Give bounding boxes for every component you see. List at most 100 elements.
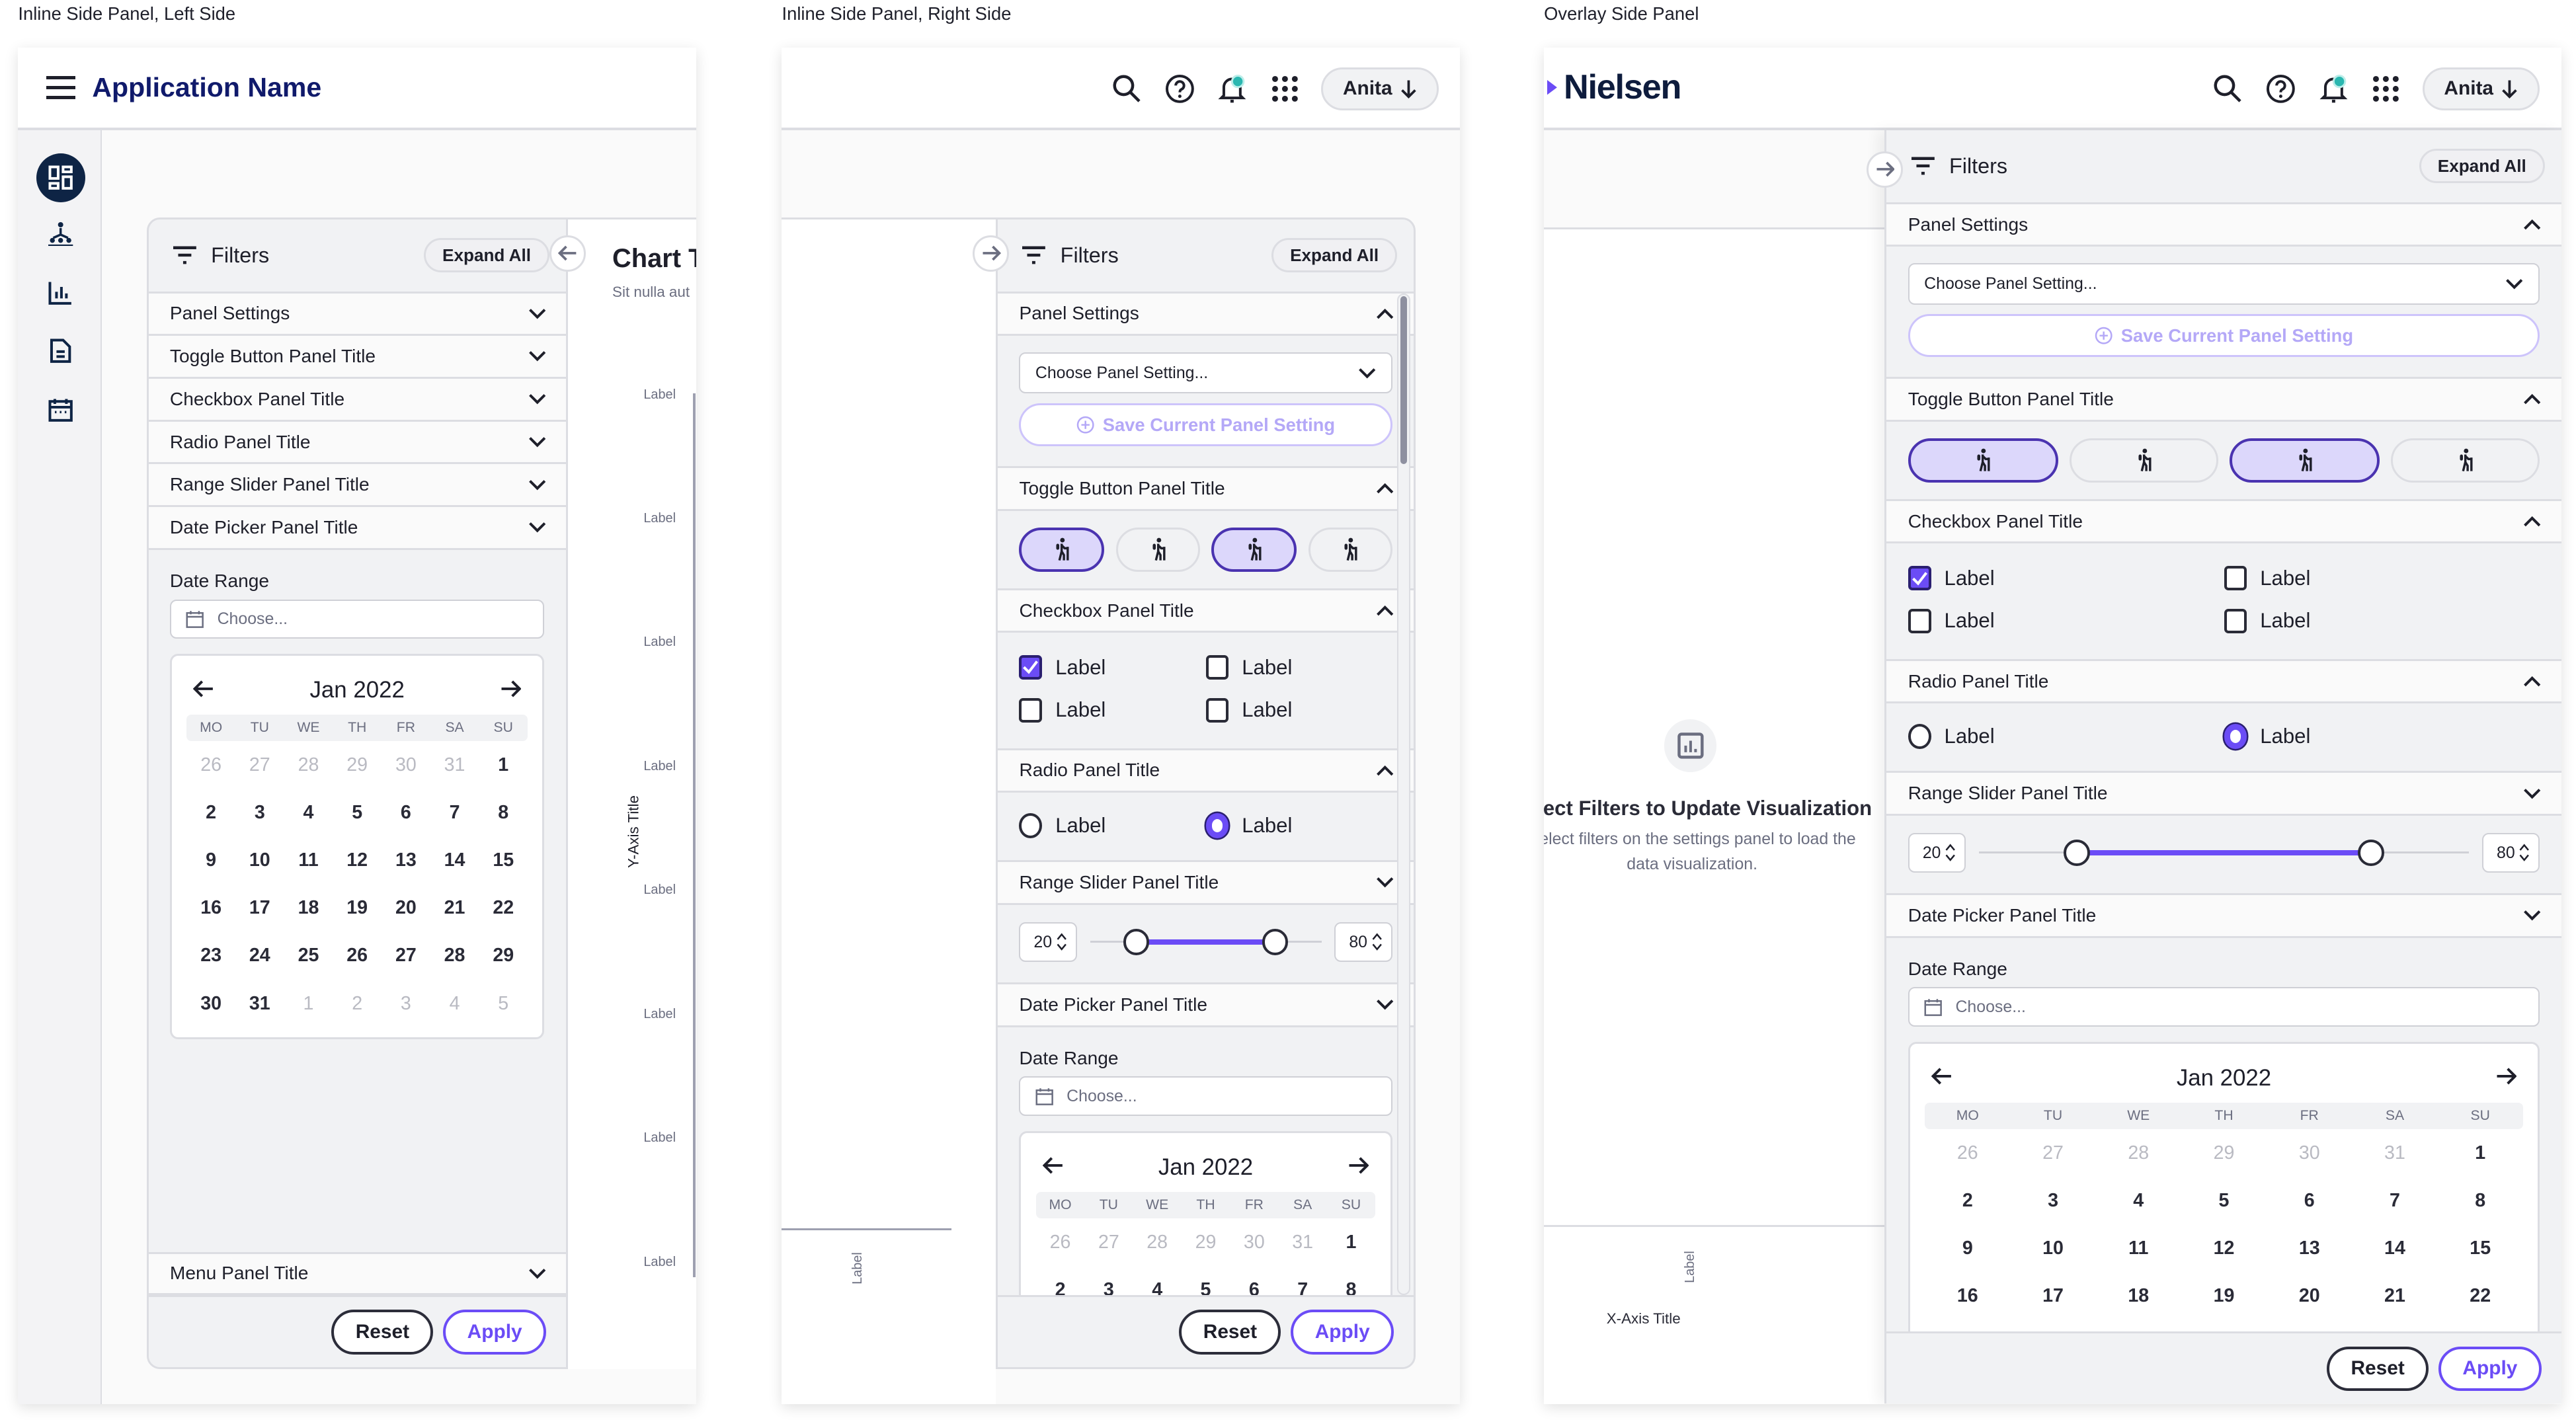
calendar-day[interactable]: 7: [430, 802, 479, 824]
calendar-day[interactable]: 1: [479, 754, 528, 776]
checkbox-option[interactable]: Label: [1205, 695, 1392, 725]
panel-setting-select[interactable]: Choose Panel Setting...: [1019, 352, 1392, 394]
rail-item-bar-chart[interactable]: [36, 270, 86, 316]
scrollbar[interactable]: [1397, 293, 1410, 1295]
calendar-day[interactable]: 9: [186, 849, 235, 871]
calendar-day[interactable]: 21: [2352, 1285, 2437, 1307]
scrollbar-thumb[interactable]: [1400, 296, 1408, 465]
calendar-day[interactable]: 27: [1084, 1232, 1133, 1253]
slider-track[interactable]: [1090, 922, 1322, 962]
calendar-day[interactable]: 2: [186, 802, 235, 824]
calendar-day[interactable]: 3: [1084, 1279, 1133, 1295]
expand-all-button[interactable]: Expand All: [1271, 237, 1398, 273]
radio[interactable]: [2224, 724, 2247, 749]
calendar-day[interactable]: 26: [1036, 1232, 1084, 1253]
rail-item-dashboard[interactable]: [36, 153, 86, 203]
calendar-day[interactable]: 18: [2096, 1285, 2181, 1307]
next-month-button[interactable]: [1348, 1152, 1369, 1182]
apply-button[interactable]: Apply: [1291, 1310, 1394, 1355]
section-header[interactable]: Toggle Button Panel Title: [148, 336, 566, 379]
calendar-day[interactable]: 31: [235, 993, 284, 1015]
calendar-day[interactable]: 7: [2352, 1190, 2437, 1212]
checkbox[interactable]: [1205, 654, 1229, 680]
calendar-day[interactable]: 29: [333, 754, 382, 776]
radio-option[interactable]: Label: [1019, 811, 1205, 841]
toggle-button[interactable]: [1908, 438, 2058, 483]
section-header[interactable]: Range Slider Panel Title: [148, 464, 566, 508]
apps-grid-button[interactable]: [2370, 73, 2403, 106]
calendar-day[interactable]: 2: [1036, 1279, 1084, 1295]
calendar-day[interactable]: 26: [1925, 1142, 2010, 1164]
calendar-day[interactable]: 24: [235, 945, 284, 966]
section-header[interactable]: Checkbox Panel Title: [148, 379, 566, 422]
prev-month-button[interactable]: [193, 675, 214, 705]
calendar-day[interactable]: 8: [1327, 1279, 1375, 1295]
calendar-day[interactable]: 14: [2352, 1238, 2437, 1259]
date-range-input[interactable]: Choose...: [1019, 1076, 1392, 1117]
section-header[interactable]: Toggle Button Panel Title: [998, 467, 1414, 511]
slider-min-thumb[interactable]: [1123, 929, 1150, 955]
calendar-day[interactable]: 28: [1133, 1232, 1182, 1253]
calendar-day[interactable]: 2: [333, 993, 382, 1015]
search-button[interactable]: [2212, 73, 2245, 106]
slider-track[interactable]: [1978, 833, 2470, 873]
section-header[interactable]: Radio Panel Title: [1886, 660, 2561, 704]
calendar-day[interactable]: 29: [2181, 1142, 2267, 1164]
next-month-button[interactable]: [2495, 1063, 2516, 1093]
section-header[interactable]: Date Picker Panel Title: [1886, 895, 2561, 938]
section-header[interactable]: Menu Panel Title: [148, 1251, 566, 1295]
help-button[interactable]: [2265, 73, 2298, 106]
section-header[interactable]: Panel Settings: [148, 293, 566, 336]
slider-min-thumb[interactable]: [2064, 840, 2090, 867]
slider-max-thumb[interactable]: [1262, 929, 1289, 955]
calendar-day[interactable]: 4: [284, 802, 333, 824]
calendar-day[interactable]: 6: [1230, 1279, 1278, 1295]
apps-grid-button[interactable]: [1268, 73, 1301, 106]
calendar-day[interactable]: 21: [430, 897, 479, 919]
checkbox[interactable]: [1908, 566, 1931, 591]
checkbox-option[interactable]: Label: [1205, 652, 1392, 682]
calendar-day[interactable]: 25: [284, 945, 333, 966]
slider-max-thumb[interactable]: [2358, 840, 2384, 867]
calendar-day[interactable]: 3: [235, 802, 284, 824]
collapse-panel-button[interactable]: [973, 235, 1010, 272]
calendar-day[interactable]: 26: [186, 754, 235, 776]
calendar-day[interactable]: 8: [2438, 1190, 2523, 1212]
calendar-day[interactable]: 29: [479, 945, 528, 966]
notification-bell-button[interactable]: [2317, 73, 2350, 106]
section-header[interactable]: Range Slider Panel Title: [1886, 773, 2561, 816]
calendar-day[interactable]: 6: [382, 802, 430, 824]
range-max-input[interactable]: 80: [1334, 922, 1392, 962]
calendar-day[interactable]: 15: [2438, 1238, 2523, 1259]
calendar-day[interactable]: 28: [2096, 1142, 2181, 1164]
calendar-day[interactable]: 9: [1925, 1238, 2010, 1259]
section-header[interactable]: Checkbox Panel Title: [998, 590, 1414, 633]
calendar-day[interactable]: 1: [2438, 1142, 2523, 1164]
checkbox-option[interactable]: Label: [2224, 606, 2540, 636]
rail-item-hierarchy[interactable]: [36, 211, 86, 257]
section-header[interactable]: Checkbox Panel Title: [1886, 500, 2561, 544]
calendar-day[interactable]: 12: [2181, 1238, 2267, 1259]
save-panel-setting-button[interactable]: Save Current Panel Setting: [1019, 403, 1392, 447]
toggle-button[interactable]: [1115, 527, 1200, 572]
calendar-day[interactable]: 4: [2096, 1190, 2181, 1212]
calendar-day[interactable]: 11: [284, 849, 333, 871]
checkbox[interactable]: [2224, 566, 2247, 591]
range-max-input[interactable]: 80: [2482, 833, 2540, 873]
calendar-day[interactable]: 7: [1279, 1279, 1327, 1295]
calendar-day[interactable]: 5: [1182, 1279, 1230, 1295]
calendar-day[interactable]: 13: [382, 849, 430, 871]
notification-bell-button[interactable]: [1216, 73, 1249, 106]
apply-button[interactable]: Apply: [2438, 1346, 2542, 1391]
date-range-input[interactable]: Choose...: [169, 599, 545, 639]
calendar-day[interactable]: 12: [333, 849, 382, 871]
toggle-button[interactable]: [1308, 527, 1392, 572]
checkbox-option[interactable]: Label: [1908, 563, 2224, 593]
toggle-button[interactable]: [2230, 438, 2380, 483]
calendar-day[interactable]: 4: [430, 993, 479, 1015]
calendar-day[interactable]: 26: [333, 945, 382, 966]
calendar-day[interactable]: 30: [2267, 1142, 2352, 1164]
checkbox[interactable]: [1908, 608, 1931, 634]
toggle-button[interactable]: [1019, 527, 1105, 572]
calendar-day[interactable]: 8: [479, 802, 528, 824]
